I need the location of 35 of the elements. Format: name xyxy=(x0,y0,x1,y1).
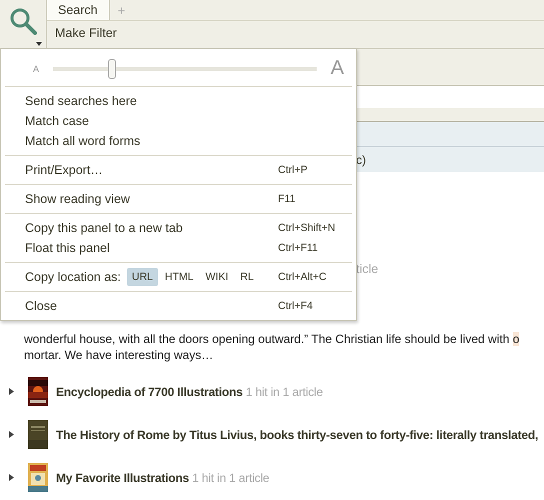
format-option[interactable]: URL xyxy=(126,268,158,286)
menu-item[interactable]: Float this panel xyxy=(25,241,278,255)
large-text-label: A xyxy=(330,57,344,80)
caret-icon[interactable] xyxy=(36,42,42,46)
menu-item[interactable]: Match all word forms xyxy=(25,134,344,148)
format-option[interactable]: WIKI xyxy=(200,268,234,286)
excerpt-text: mortar. We have interesting ways… xyxy=(24,347,214,363)
excerpt-text: wonderful house, with all the doors opening outward.” The Christian life should be lived with o xyxy=(24,331,520,347)
book-title[interactable]: The History of Rome by Titus Livius, books thirty-seven to forty-five: literally translated, xyxy=(56,428,538,442)
expand-icon[interactable] xyxy=(9,388,14,395)
menu-item[interactable]: Close xyxy=(25,299,278,313)
shortcut-text: Ctrl+Alt+C xyxy=(278,271,328,283)
shortcut-text: Ctrl+Shift+N xyxy=(278,222,336,234)
shortcut-text: F11 xyxy=(278,193,296,205)
small-text-label: A xyxy=(33,64,40,74)
make-filter-button[interactable]: Make Filter xyxy=(51,26,121,40)
menu-item[interactable]: Send searches here xyxy=(25,94,344,108)
format-option[interactable]: HTML xyxy=(160,268,198,286)
search-icon[interactable] xyxy=(8,6,38,36)
book-title[interactable]: My Favorite Illustrations 1 hit in 1 article xyxy=(56,470,270,484)
menu-item[interactable]: Show reading view xyxy=(25,192,278,206)
format-option[interactable]: RL xyxy=(235,268,259,286)
slider-thumb[interactable] xyxy=(108,58,116,78)
menu-item[interactable]: Match case xyxy=(25,114,344,128)
shortcut-text: Ctrl+F4 xyxy=(278,300,314,312)
menu-item[interactable]: Print/Export… xyxy=(25,163,278,177)
menu-label: Copy location as: xyxy=(25,270,121,284)
shortcut-text: Ctrl+P xyxy=(278,164,308,176)
expand-icon[interactable] xyxy=(9,474,14,481)
hit-count: ticle xyxy=(356,262,378,276)
tab[interactable]: Search xyxy=(47,0,110,20)
expand-icon[interactable] xyxy=(9,431,14,438)
menu-item[interactable]: Copy this panel to a new tab xyxy=(25,221,278,235)
shortcut-text: Ctrl+F11 xyxy=(278,242,319,254)
book-title[interactable]: Encyclopedia of 7700 Illustrations 1 hit in 1 article xyxy=(56,384,323,398)
